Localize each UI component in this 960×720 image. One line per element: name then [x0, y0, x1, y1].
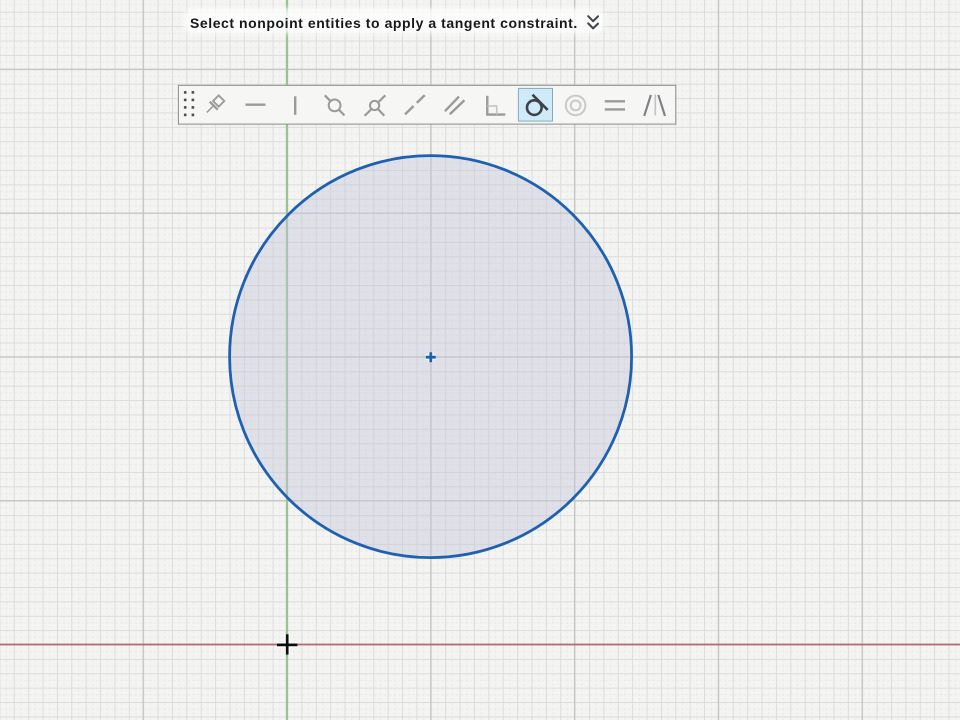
svg-text:Select nonpoint entities to ap: Select nonpoint entities to apply a tang…	[190, 15, 578, 31]
